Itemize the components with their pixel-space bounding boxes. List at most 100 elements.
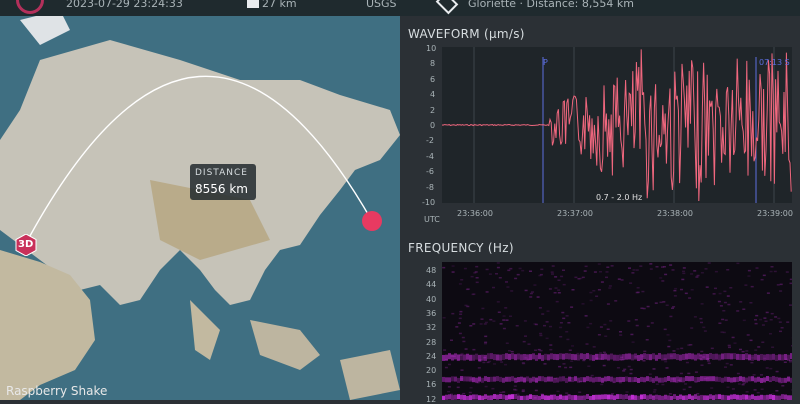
spectrogram-noise <box>619 334 622 336</box>
spectrogram-noise <box>452 265 455 267</box>
spectrogram-noise <box>539 335 542 337</box>
spectrogram-band <box>772 354 775 360</box>
spectrogram-noise <box>607 329 610 331</box>
spectrogram-band <box>625 394 628 399</box>
spectrogram-noise <box>632 341 635 343</box>
spectrogram-noise <box>484 336 487 338</box>
spectrogram-band <box>766 354 769 360</box>
spectrogram-noise <box>491 388 494 390</box>
spectrogram-noise <box>481 308 484 310</box>
spectrogram-noise <box>664 361 667 363</box>
spectrogram-noise <box>757 346 760 348</box>
spectrogram-noise <box>680 373 683 375</box>
spectrogram-band <box>667 353 670 359</box>
spectrogram-band <box>532 377 535 382</box>
spectrogram-noise <box>753 374 756 376</box>
spectrogram-band <box>601 354 604 360</box>
spectrogram-band <box>751 355 754 361</box>
spectrogram-noise <box>517 274 520 276</box>
spectrogram-band <box>760 395 763 400</box>
spectrogram-band <box>574 354 577 360</box>
spectrogram-band <box>544 395 547 400</box>
spectrogram-band <box>763 355 766 361</box>
spectrogram-band <box>514 354 517 360</box>
station-info: Gloriette · Distance: 8,554 km <box>468 0 634 10</box>
spectrogram-band <box>460 376 463 381</box>
spectrogram-noise <box>685 293 688 295</box>
spectrogram-band <box>496 395 499 400</box>
spectrogram-band <box>586 394 589 399</box>
map-view[interactable]: 2023-07-29 23:24:33 27 km USGS DISTANCE … <box>0 0 400 400</box>
station-3d-badge[interactable]: 3D <box>15 234 37 256</box>
spectrogram-band <box>574 395 577 400</box>
spectrogram-noise <box>628 366 631 368</box>
frequency-y-tick: 32 <box>426 323 436 332</box>
spectrogram-band <box>655 355 658 361</box>
waveform-chart <box>442 47 792 203</box>
spectrogram-noise <box>626 391 629 393</box>
spectrogram-noise <box>661 280 664 282</box>
spectrogram-noise <box>585 266 588 268</box>
spectrogram-band <box>772 395 775 400</box>
spectrogram-noise <box>471 276 474 278</box>
spectrogram-noise <box>522 389 525 391</box>
spectrogram-band <box>574 376 577 381</box>
spectrogram-noise <box>637 292 640 294</box>
spectrogram-noise <box>708 262 711 264</box>
spectrogram-band <box>769 377 772 382</box>
spectrogram-noise <box>761 279 764 281</box>
spectrogram-noise <box>687 344 690 346</box>
spectrogram-band <box>757 355 760 361</box>
spectrogram-noise <box>771 347 774 349</box>
spectrogram-noise <box>762 324 765 326</box>
spectrogram-noise <box>524 335 527 337</box>
spectrogram-band <box>550 377 553 382</box>
waveform-plot[interactable] <box>442 47 792 203</box>
earthquake-epicenter-marker[interactable] <box>362 211 382 231</box>
spectrogram-noise <box>500 323 503 325</box>
app-logo-icon[interactable] <box>16 0 44 14</box>
spectrogram-noise <box>508 350 511 352</box>
spectrogram-band <box>556 354 559 360</box>
spectrogram-band <box>538 396 541 400</box>
spectrogram-noise <box>530 293 533 295</box>
spectrogram-noise <box>450 340 453 342</box>
spectrogram-band <box>451 376 454 381</box>
spectrogram-noise <box>488 361 491 363</box>
spectrogram-plot[interactable] <box>442 262 792 400</box>
utc-label: UTC <box>424 215 440 224</box>
spectrogram-noise <box>565 331 568 333</box>
spectrogram-noise <box>664 329 667 331</box>
spectrogram-band <box>646 376 649 381</box>
spectrogram-noise <box>706 286 709 288</box>
spectrogram-noise <box>723 291 726 293</box>
spectrogram-band <box>778 354 781 360</box>
spectrogram-noise <box>510 290 513 292</box>
spectrogram-band <box>664 377 667 382</box>
spectrogram-band <box>736 354 739 360</box>
spectrogram-noise <box>497 267 500 269</box>
spectrogram-band <box>589 396 592 400</box>
spectrogram-noise <box>774 316 777 318</box>
spectrogram-noise <box>503 315 506 317</box>
spectrogram-noise <box>476 282 479 284</box>
spectrogram-noise <box>744 284 747 286</box>
spectrogram-band <box>595 377 598 382</box>
spectrogram-band <box>712 376 715 381</box>
spectrogram-band <box>580 353 583 359</box>
spectrogram-band <box>688 394 691 399</box>
waveform-y-tick: -10 <box>422 198 435 207</box>
spectrogram-noise <box>461 353 464 355</box>
waveform-title: WAVEFORM (μm/s) <box>408 27 525 41</box>
spectrogram-band <box>457 378 460 383</box>
spectrogram-noise <box>522 362 525 364</box>
spectrogram-band <box>712 395 715 400</box>
spectrogram-band <box>733 353 736 359</box>
spectrogram-noise <box>688 297 691 299</box>
frequency-y-tick: 36 <box>426 309 436 318</box>
waveform-trace <box>442 49 791 201</box>
spectrogram-noise <box>766 367 769 369</box>
spectrogram-band <box>475 354 478 360</box>
waveform-x-tick: 23:38:00 <box>657 209 693 218</box>
spectrogram-band <box>445 355 448 361</box>
